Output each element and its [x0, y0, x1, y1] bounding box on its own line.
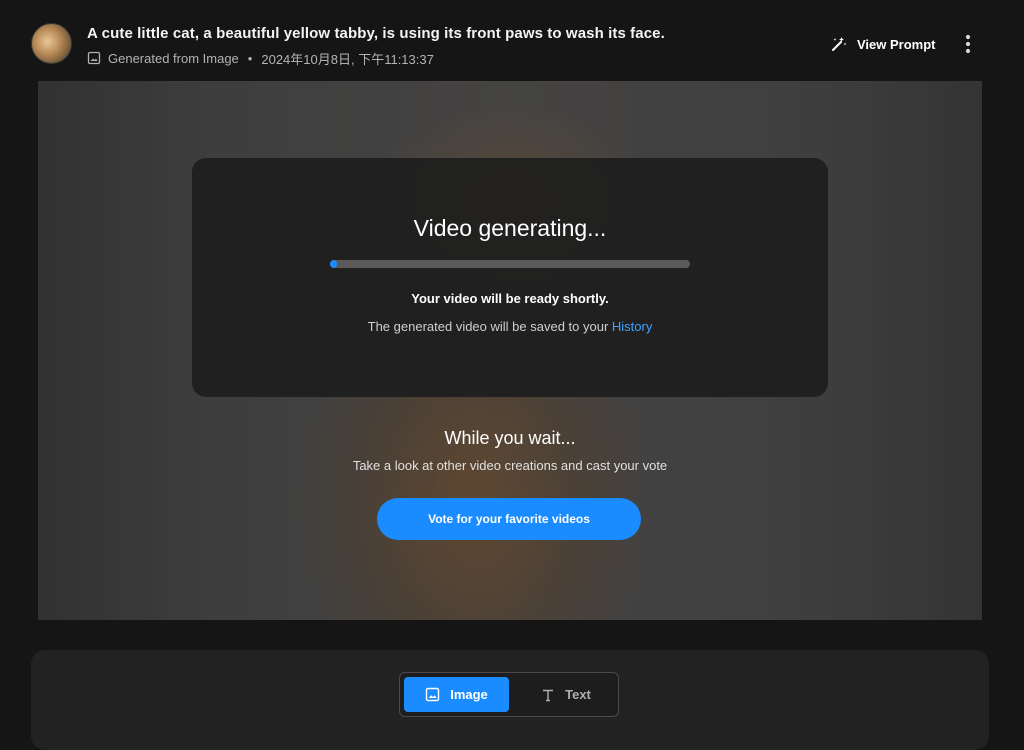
image-icon — [87, 51, 101, 65]
video-preview-stage: Video generating... Your video will be r… — [38, 81, 982, 620]
text-mode-label: Text — [565, 687, 591, 702]
mode-toggle: Image Text — [399, 672, 619, 717]
view-prompt-button[interactable]: View Prompt — [830, 34, 936, 54]
text-icon — [543, 689, 554, 701]
progress-bar — [330, 260, 690, 268]
image-mode-label: Image — [450, 687, 488, 702]
history-link[interactable]: History — [612, 319, 652, 334]
view-prompt-label: View Prompt — [857, 36, 936, 52]
wait-title: While you wait... — [444, 428, 576, 448]
wait-subtitle: Take a look at other video creations and… — [352, 458, 668, 473]
video-meta: Generated from Image • 2024年10月8日, 下午11:… — [87, 49, 434, 67]
generation-title: Video generating... — [413, 215, 607, 241]
magic-wand-icon — [832, 37, 847, 51]
source-thumbnail[interactable] — [31, 23, 72, 64]
source-label: Generated from Image — [108, 50, 239, 66]
generation-status-panel: Video generating... Your video will be r… — [192, 158, 828, 397]
saved-message: The generated video will be saved to you… — [192, 319, 828, 334]
vote-button[interactable]: Vote for your favorite videos — [377, 498, 641, 540]
progress-fill — [330, 260, 338, 268]
ready-message: Your video will be ready shortly. — [411, 291, 609, 306]
video-title: A cute little cat, a beautiful yellow ta… — [87, 25, 665, 42]
vertical-ellipsis-icon[interactable] — [960, 32, 976, 56]
timestamp: 2024年10月8日, 下午11:13:37 — [261, 51, 434, 67]
page-header: A cute little cat, a beautiful yellow ta… — [0, 0, 1024, 80]
image-icon — [426, 687, 440, 702]
text-mode-tab[interactable]: Text — [518, 677, 614, 712]
image-mode-tab[interactable]: Image — [404, 677, 509, 712]
meta-separator: • — [247, 50, 253, 66]
saved-text: The generated video will be saved to you… — [367, 319, 612, 334]
